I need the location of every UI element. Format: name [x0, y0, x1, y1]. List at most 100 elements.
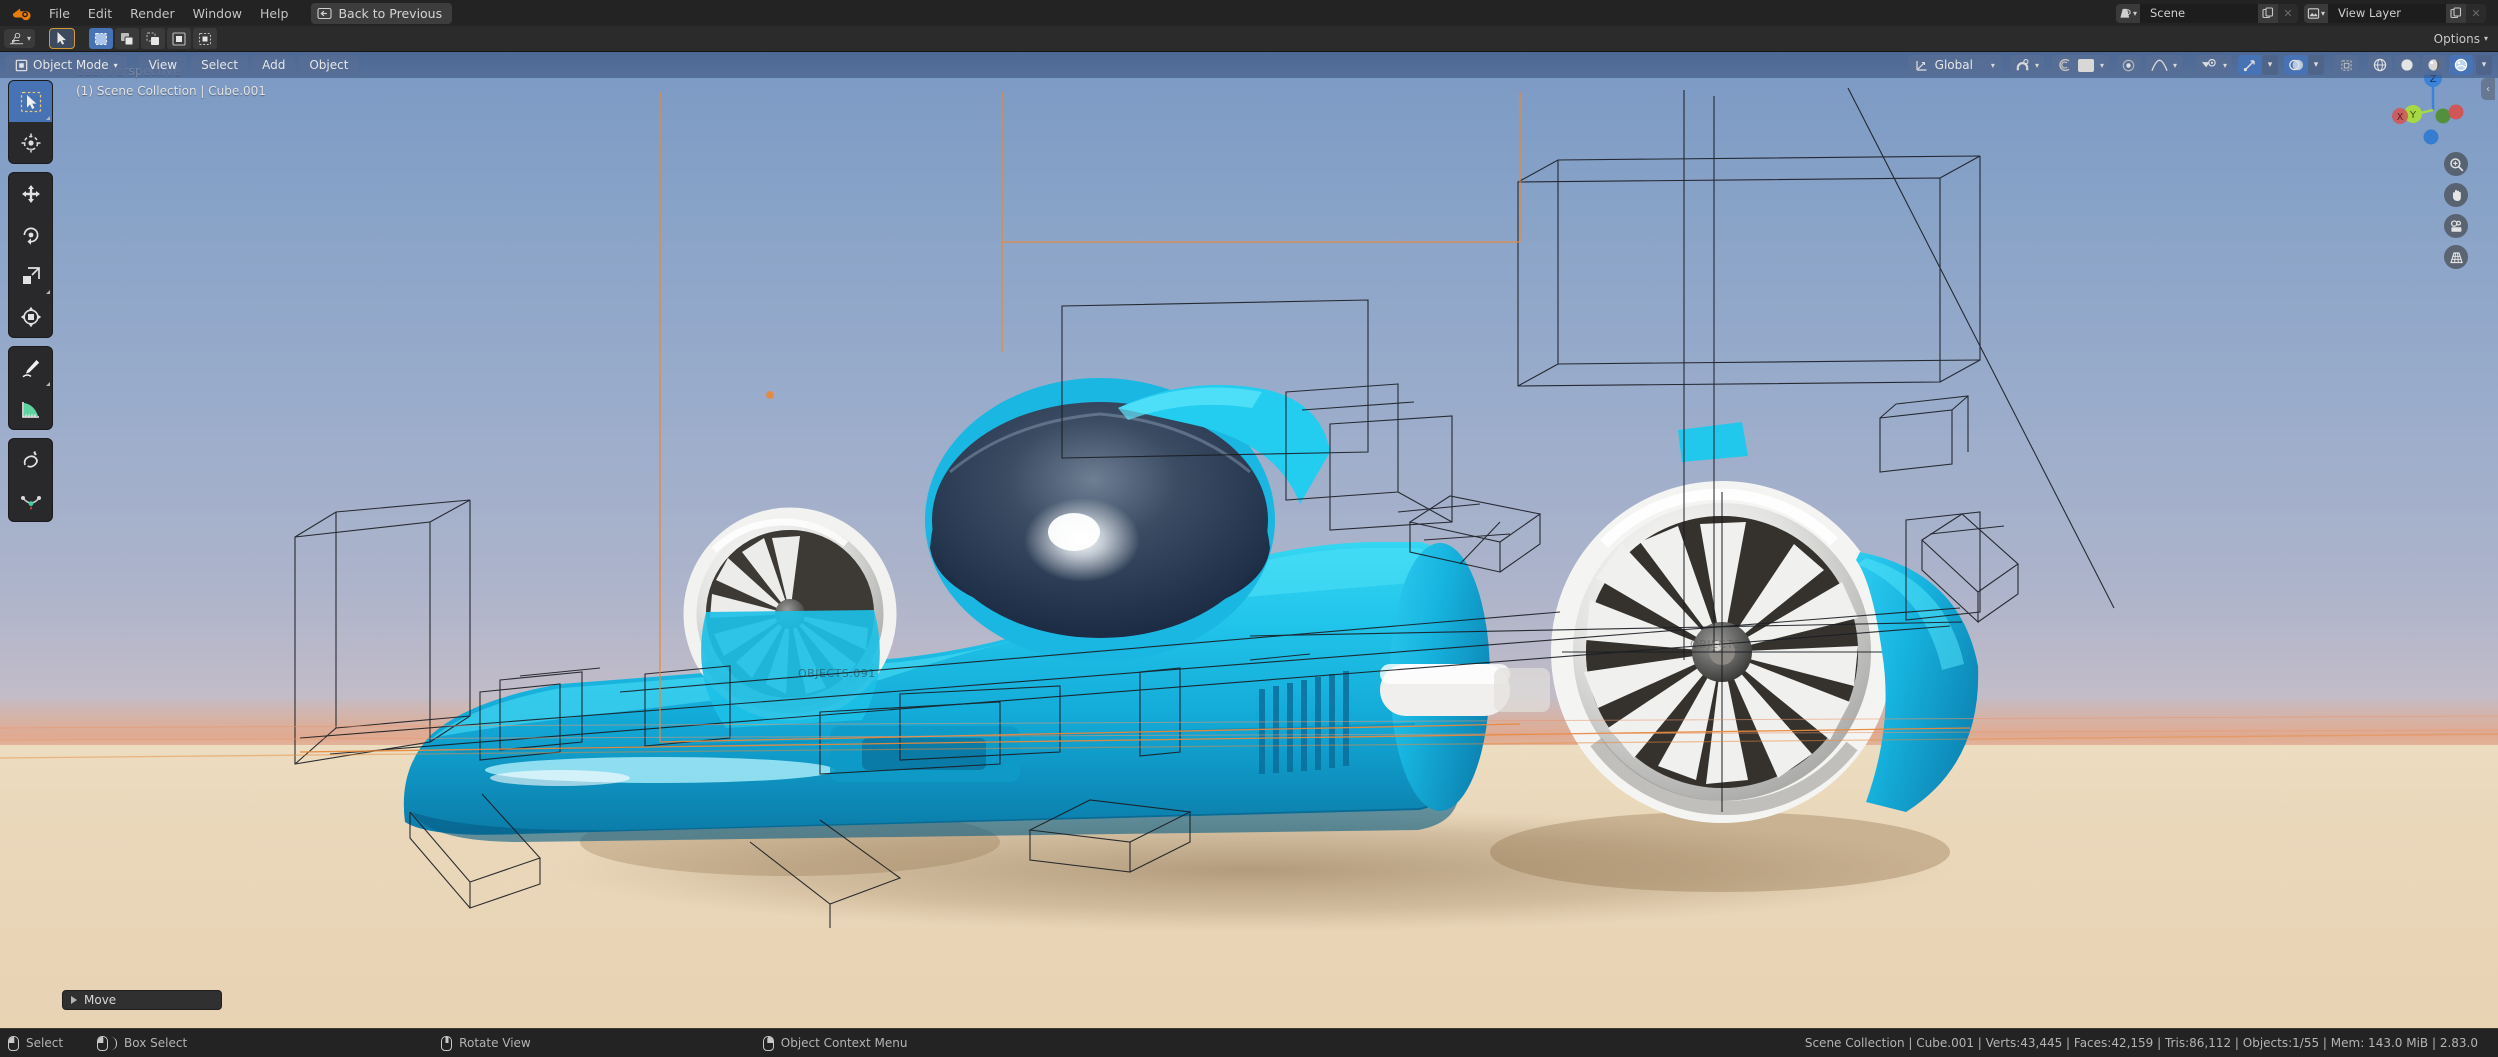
blender-logo-icon[interactable]: [10, 4, 32, 22]
viewport-toolbar: [8, 80, 53, 530]
snapping-controls[interactable]: ▾: [2009, 55, 2044, 75]
scene-name-field[interactable]: Scene: [2140, 3, 2258, 23]
object-mode-dropdown[interactable]: Object Mode ▾: [6, 55, 127, 75]
tool-transform[interactable]: [9, 296, 52, 337]
overlays-dropdown[interactable]: ▾: [2308, 55, 2324, 75]
select-mode-extend[interactable]: [115, 28, 140, 49]
camera-icon: [2450, 219, 2461, 232]
shading-material-preview[interactable]: [2422, 55, 2446, 75]
viewport-collection-label: (1) Scene Collection | Cube.001: [76, 84, 266, 98]
new-scene-button[interactable]: [2258, 3, 2278, 23]
scene-selector[interactable]: ▾ Scene ✕: [2116, 3, 2298, 23]
select-mode-invert[interactable]: [167, 28, 192, 49]
tweak-select-icon: [57, 32, 67, 45]
scale-icon: [22, 266, 40, 284]
status-bar: Select Box Select Rotate View Object Con…: [0, 1028, 2498, 1057]
select-intersect-icon: [198, 32, 212, 45]
toggle-perspective-button[interactable]: [2444, 245, 2468, 269]
tool-add-primitive[interactable]: [9, 439, 52, 480]
camera-view-button[interactable]: [2444, 214, 2468, 238]
annotate-pencil-icon: [22, 359, 39, 377]
tool-move[interactable]: [9, 173, 52, 214]
overlays-toggle-group[interactable]: ▾: [2284, 55, 2324, 75]
menu-window[interactable]: Window: [184, 3, 251, 24]
menu-render[interactable]: Render: [121, 3, 184, 24]
scene-object-label-1: OBJECTS.091: [798, 667, 876, 680]
xray-toggle-icon: [2340, 59, 2352, 71]
view-layer-icon[interactable]: ▾: [2304, 3, 2328, 23]
object-visibility-dropdown[interactable]: ▾: [2195, 55, 2232, 75]
gizmo-axis-neg-z[interactable]: [2423, 129, 2439, 145]
tool-options-dropdown[interactable]: Options ▾: [2434, 32, 2488, 46]
gizmo-axis-neg-x[interactable]: [2448, 104, 2464, 120]
tool-measure[interactable]: [9, 388, 52, 429]
tool-tweak-select-box[interactable]: [9, 81, 52, 122]
menu-file[interactable]: File: [40, 3, 79, 24]
falloff-curve-dropdown[interactable]: ▾: [2145, 55, 2182, 75]
pan-view-button[interactable]: [2444, 183, 2468, 207]
status-hint-rotate-view: Rotate View: [441, 1035, 531, 1051]
status-hint-select: Select: [8, 1035, 63, 1051]
gizmo-toggle[interactable]: [2238, 55, 2262, 75]
proportional-editing-controls[interactable]: ▾: [2051, 55, 2109, 75]
viewport-menu-select[interactable]: Select: [191, 55, 249, 75]
viewport-menu-add[interactable]: Add: [252, 55, 296, 75]
active-tool-button[interactable]: [49, 28, 76, 49]
shading-wireframe[interactable]: [2368, 55, 2392, 75]
viewport-ground-plane: [0, 744, 2498, 1028]
tool-submenu-corner: [46, 382, 50, 386]
back-to-previous-button[interactable]: Back to Previous: [311, 2, 453, 24]
transform-orientation-dropdown[interactable]: Global ▾: [1907, 55, 2002, 75]
view-layer-selector[interactable]: ▾ View Layer ✕: [2304, 3, 2486, 23]
select-invert-icon: [172, 31, 186, 46]
3d-viewport[interactable]: OBJECTS.091 OBJECTS User Perspective (1)…: [0, 52, 2498, 1028]
select-subtract-icon: [146, 32, 160, 45]
new-copy-icon: [2450, 7, 2462, 19]
mouse-right-icon: [762, 1035, 774, 1051]
magnet-icon: [2016, 59, 2029, 71]
editor-type-3dview-icon: [9, 32, 24, 44]
menu-help[interactable]: Help: [251, 3, 298, 24]
remove-view-layer-button[interactable]: ✕: [2466, 3, 2486, 23]
proportional-connected-toggle[interactable]: [2116, 55, 2141, 75]
overlays-icon: [2289, 59, 2303, 71]
menu-edit[interactable]: Edit: [79, 3, 121, 24]
sidebar-collapse-button[interactable]: ‹: [2481, 78, 2495, 100]
top-bar: File Edit Render Window Help Back to Pre…: [0, 0, 2498, 26]
move-arrows-icon: [21, 184, 40, 203]
select-mode-set[interactable]: [89, 28, 114, 49]
overlays-toggle[interactable]: [2284, 55, 2308, 75]
add-cube-icon: [23, 450, 38, 468]
status-hint-box-select: Box Select: [97, 1035, 188, 1051]
new-view-layer-button[interactable]: [2446, 3, 2466, 23]
shading-rendered[interactable]: [2449, 55, 2473, 75]
viewport-menu-object[interactable]: Object: [299, 55, 359, 75]
rendered-sphere-icon: [2454, 58, 2468, 72]
tool-annotate[interactable]: [9, 347, 52, 388]
editor-type-selector[interactable]: ▾: [4, 29, 36, 48]
xray-toggle[interactable]: [2334, 55, 2358, 75]
status-hint-context-menu-label: Object Context Menu: [780, 1036, 908, 1050]
select-mode-subtract[interactable]: [141, 28, 166, 49]
gizmo-axis-neg-y[interactable]: [2435, 108, 2451, 124]
tool-cursor[interactable]: [9, 122, 52, 163]
select-mode-intersect[interactable]: [193, 28, 218, 49]
select-extend-icon: [121, 32, 134, 45]
view-layer-name-field[interactable]: View Layer: [2328, 3, 2446, 23]
scene-data-icon[interactable]: ▾: [2116, 3, 2140, 23]
status-hint-box-select-label: Box Select: [124, 1036, 188, 1050]
shading-solid[interactable]: [2395, 55, 2419, 75]
zoom-view-button[interactable]: [2444, 152, 2468, 176]
gizmo-toggle-group[interactable]: ▾: [2238, 55, 2278, 75]
tool-scale[interactable]: [9, 255, 52, 296]
shading-dropdown[interactable]: ▾: [2476, 55, 2492, 75]
gizmo-dropdown[interactable]: ▾: [2262, 55, 2278, 75]
object-mode-icon: [15, 59, 28, 71]
operator-redo-panel[interactable]: Move: [62, 990, 222, 1010]
tool-shear[interactable]: [9, 480, 52, 521]
select-box-cursor-icon: [20, 91, 41, 112]
tool-settings-row: ▾ Options ▾: [0, 26, 2498, 52]
viewport-menu-view[interactable]: View: [138, 55, 188, 75]
unlink-scene-button[interactable]: ✕: [2278, 3, 2298, 23]
tool-rotate[interactable]: [9, 214, 52, 255]
